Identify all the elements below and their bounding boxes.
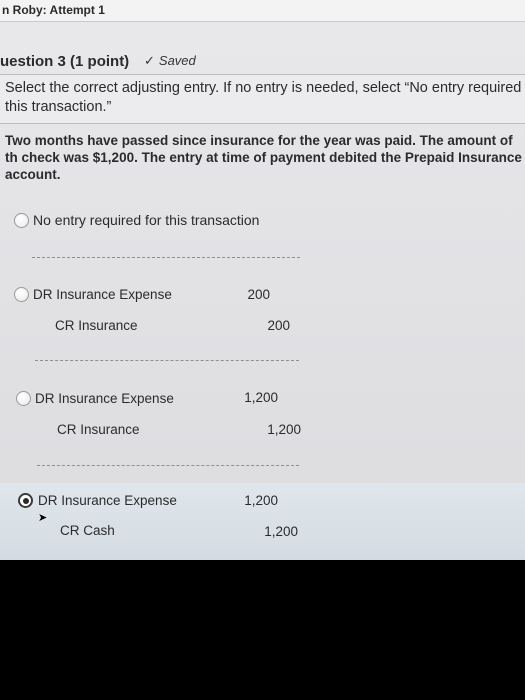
credit-amount: 200 [267, 318, 290, 333]
radio-button[interactable] [14, 287, 29, 302]
attempt-header: n Roby: Attempt 1 [0, 0, 525, 22]
debit-line: DR Insurance Expense [38, 493, 177, 508]
question-prompt: Select the correct adjusting entry. If n… [5, 80, 522, 115]
radio-button[interactable] [16, 391, 31, 406]
credit-line: CR Insurance [57, 422, 140, 437]
check-icon: ✓ [144, 53, 155, 68]
radio-button[interactable] [14, 213, 29, 228]
credit-line: CR Insurance [55, 318, 138, 333]
saved-status: ✓ Saved [144, 53, 196, 69]
credit-amount: 1,200 [267, 422, 301, 437]
saved-label: Saved [158, 53, 196, 68]
credit-amount: 1,200 [264, 524, 298, 539]
radio-button-selected[interactable] [18, 493, 33, 508]
question-points: (1 point) [70, 53, 130, 70]
option-divider [32, 257, 300, 258]
option-divider [35, 360, 299, 361]
attempt-title: n Roby: Attempt 1 [2, 3, 105, 17]
debit-amount: 1,200 [244, 493, 278, 508]
mouse-cursor-icon: ➤ [38, 512, 48, 524]
option-divider [37, 465, 299, 466]
question-number: uestion 3 [0, 53, 66, 70]
debit-line: DR Insurance Expense [33, 287, 172, 302]
credit-line: CR Cash [60, 523, 115, 538]
debit-amount: 1,200 [244, 390, 278, 405]
quiz-screen: n Roby: Attempt 1 uestion 3 (1 point) ✓ S… [0, 0, 525, 560]
debit-line: DR Insurance Expense [35, 391, 174, 406]
question-scenario: Two months have passed since insurance f… [5, 133, 522, 182]
debit-amount: 200 [247, 287, 270, 302]
question-title: uestion 3 (1 point) [0, 53, 129, 70]
option-label: No entry required for this transaction [33, 212, 260, 228]
